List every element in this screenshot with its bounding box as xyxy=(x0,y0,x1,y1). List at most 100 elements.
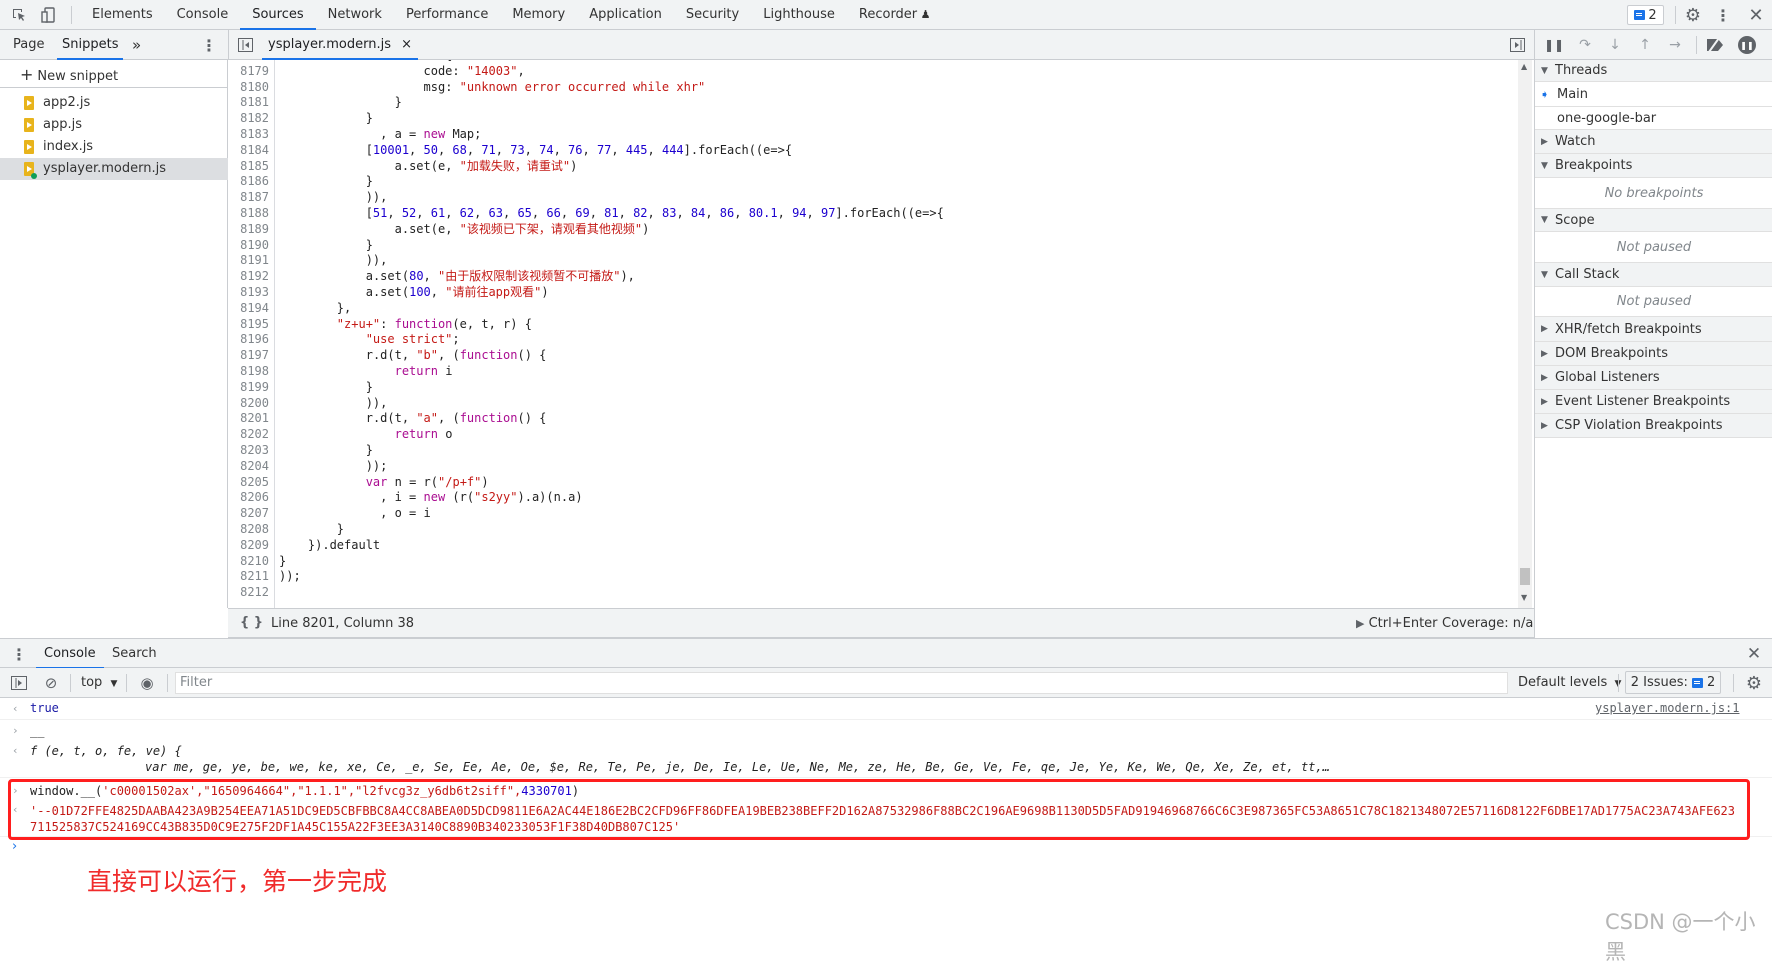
close-drawer-icon[interactable]: ✕ xyxy=(1745,644,1763,664)
line-number[interactable]: 8206 xyxy=(228,490,269,506)
tab-snippets[interactable]: Snippets xyxy=(57,30,124,60)
section-threads[interactable]: ▼ Threads xyxy=(1535,60,1772,82)
tab-page[interactable]: Page xyxy=(13,30,44,60)
step-over-icon[interactable]: ↷ xyxy=(1576,37,1594,53)
line-number[interactable]: 8203 xyxy=(228,443,269,459)
show-sidebar-icon[interactable] xyxy=(11,676,27,690)
drawer-menu-icon[interactable]: ⋮ xyxy=(11,644,27,664)
more-options-icon[interactable]: ⋮ xyxy=(1714,5,1732,25)
context-selector[interactable]: top ▼ xyxy=(81,675,117,690)
line-number[interactable]: 8179 xyxy=(228,64,269,80)
line-number[interactable]: 8185 xyxy=(228,159,269,175)
step-out-icon[interactable]: ↑ xyxy=(1638,37,1652,53)
code-editor[interactable]: 8178 other: {8179 code: "14003",8180 msg… xyxy=(228,60,1534,608)
line-number[interactable]: 8190 xyxy=(228,238,269,254)
issues-counter-button[interactable]: 2 xyxy=(1627,5,1664,25)
snippet-item[interactable]: index.js xyxy=(0,136,228,158)
line-number[interactable]: 8191 xyxy=(228,253,269,269)
scroll-up-icon[interactable]: ▲ xyxy=(1521,62,1527,71)
tab-performance[interactable]: Performance xyxy=(394,0,500,30)
scroll-down-icon[interactable]: ▼ xyxy=(1521,593,1527,602)
pause-script-icon[interactable]: ❚❚ xyxy=(1544,37,1564,53)
tab-security[interactable]: Security xyxy=(674,0,751,30)
scrollbar-thumb[interactable] xyxy=(1520,568,1530,585)
line-number[interactable]: 8198 xyxy=(228,364,269,380)
settings-gear-icon[interactable]: ⚙ xyxy=(1683,5,1703,26)
tab-lighthouse[interactable]: Lighthouse xyxy=(751,0,847,30)
live-expression-eye-icon[interactable]: ◉ xyxy=(137,674,157,692)
step-icon[interactable]: → xyxy=(1667,37,1683,53)
clear-console-icon[interactable]: ⊘ xyxy=(43,674,59,692)
new-snippet-button[interactable]: + New snippet xyxy=(0,64,228,88)
deactivate-breakpoints-icon[interactable] xyxy=(1705,36,1725,54)
tab-application[interactable]: Application xyxy=(577,0,674,30)
tab-recorder[interactable]: Recorder ♟ xyxy=(847,0,943,30)
line-number[interactable]: 8188 xyxy=(228,206,269,222)
more-tabs-chevron-icon[interactable]: » xyxy=(132,30,141,60)
section-xhr-fetch-breakpoints[interactable]: ▶ XHR/fetch Breakpoints xyxy=(1535,317,1772,342)
line-number[interactable]: 8204 xyxy=(228,459,269,475)
line-number[interactable]: 8211 xyxy=(228,569,269,585)
line-number[interactable]: 8197 xyxy=(228,348,269,364)
section-scope[interactable]: ▼ Scope xyxy=(1535,209,1772,232)
line-number[interactable]: 8180 xyxy=(228,80,269,96)
section-watch[interactable]: ▶ Watch xyxy=(1535,130,1772,154)
run-snippet-button[interactable]: ▶ Ctrl+Enter xyxy=(1356,616,1438,631)
line-number[interactable]: 8202 xyxy=(228,427,269,443)
snippet-item[interactable]: app.js xyxy=(0,114,228,136)
line-number[interactable]: 8186 xyxy=(228,174,269,190)
toggle-debugger-icon[interactable] xyxy=(1510,38,1525,52)
drawer-tab-console[interactable]: Console xyxy=(36,639,104,669)
line-number[interactable]: 8181 xyxy=(228,95,269,111)
line-number[interactable]: 8196 xyxy=(228,332,269,348)
section-csp-violation-breakpoints[interactable]: ▶ CSP Violation Breakpoints xyxy=(1535,414,1772,438)
line-number[interactable]: 8183 xyxy=(228,127,269,143)
tab-network[interactable]: Network xyxy=(316,0,394,30)
drawer-tab-search[interactable]: Search xyxy=(112,639,157,669)
source-link[interactable]: ysplayer.modern.js:1 xyxy=(1595,701,1740,715)
line-number[interactable]: 8199 xyxy=(228,380,269,396)
line-number[interactable]: 8187 xyxy=(228,190,269,206)
snippet-item[interactable]: ysplayer.modern.js xyxy=(0,158,228,180)
function-signature[interactable]: f (e, t, o, fe, ve) { xyxy=(30,744,182,758)
line-number[interactable]: 8210 xyxy=(228,554,269,570)
line-number[interactable]: 8212 xyxy=(228,585,269,601)
navigator-menu-icon[interactable]: ⋮ xyxy=(201,35,217,55)
section-call-stack[interactable]: ▼ Call Stack xyxy=(1535,263,1772,287)
line-number[interactable]: 8184 xyxy=(228,143,269,159)
tab-memory[interactable]: Memory xyxy=(500,0,577,30)
inspect-element-icon[interactable] xyxy=(10,6,28,24)
pretty-print-icon[interactable]: { } xyxy=(240,615,263,630)
line-number[interactable]: 8194 xyxy=(228,301,269,317)
editor-tab-ysplayer[interactable]: ysplayer.modern.js × xyxy=(262,30,419,60)
snippet-item[interactable]: app2.js xyxy=(0,92,228,114)
line-number[interactable]: 8182 xyxy=(228,111,269,127)
tab-sources[interactable]: Sources xyxy=(240,0,316,30)
tab-console[interactable]: Console xyxy=(165,0,241,30)
section-event-listener-breakpoints[interactable]: ▶ Event Listener Breakpoints xyxy=(1535,390,1772,414)
pause-on-exceptions-icon[interactable]: ❚❚ xyxy=(1738,36,1756,54)
line-number[interactable]: 8200 xyxy=(228,396,269,412)
line-number[interactable]: 8208 xyxy=(228,522,269,538)
device-toolbar-icon[interactable] xyxy=(40,6,58,24)
console-filter-input[interactable]: Filter xyxy=(175,672,1508,694)
log-levels-dropdown[interactable]: Default levels ▼ xyxy=(1518,675,1621,690)
console-settings-gear-icon[interactable]: ⚙ xyxy=(1744,673,1764,694)
toggle-navigator-icon[interactable] xyxy=(238,38,253,52)
line-number[interactable]: 8189 xyxy=(228,222,269,238)
line-number[interactable]: 8205 xyxy=(228,475,269,491)
line-number[interactable]: 8201 xyxy=(228,411,269,427)
tab-elements[interactable]: Elements xyxy=(80,0,165,30)
section-dom-breakpoints[interactable]: ▶ DOM Breakpoints xyxy=(1535,342,1772,366)
line-number[interactable]: 8209 xyxy=(228,538,269,554)
thread-main[interactable]: ➧ Main xyxy=(1535,82,1772,107)
line-number[interactable]: 8193 xyxy=(228,285,269,301)
step-into-icon[interactable]: ↓ xyxy=(1608,37,1622,53)
section-global-listeners[interactable]: ▶ Global Listeners xyxy=(1535,366,1772,390)
line-number[interactable]: 8195 xyxy=(228,317,269,333)
line-number[interactable]: 8207 xyxy=(228,506,269,522)
console-prompt[interactable]: › xyxy=(12,839,17,854)
line-number[interactable]: 8192 xyxy=(228,269,269,285)
close-devtools-icon[interactable]: ✕ xyxy=(1747,5,1765,26)
issues-button[interactable]: 2 Issues: 2 xyxy=(1625,671,1721,694)
